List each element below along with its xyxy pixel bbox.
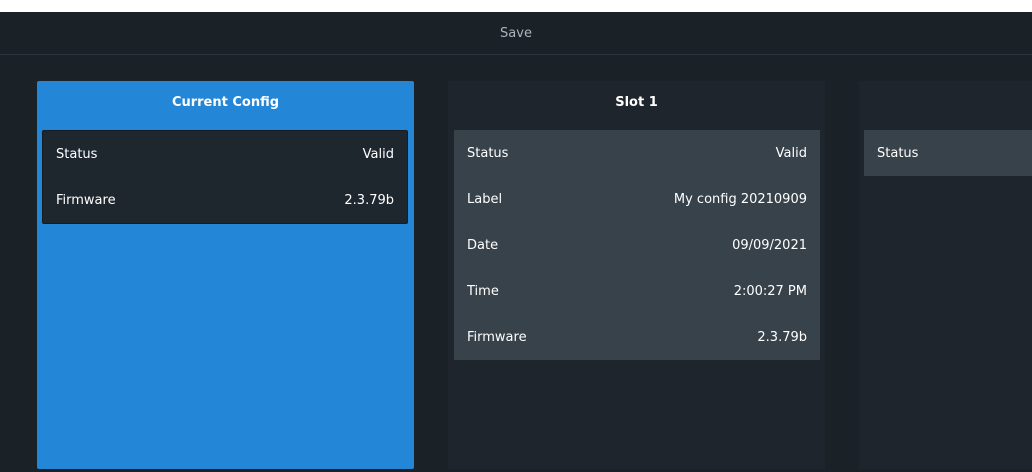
- row-label: Firmware: [56, 192, 116, 208]
- card-slot-2[interactable]: S Status: [859, 81, 1032, 469]
- config-cards: Current Config Status Valid Firmware 2.3…: [37, 81, 1032, 472]
- card-title: Slot 1: [615, 94, 658, 110]
- config-slots-app: Save Current Config Status Valid Firmwar…: [0, 12, 1032, 472]
- card-current-config[interactable]: Current Config Status Valid Firmware 2.3…: [37, 81, 414, 469]
- detail-row-firmware: Firmware 2.3.79b: [454, 314, 820, 360]
- row-value: 2.3.79b: [344, 192, 394, 208]
- row-label: Time: [467, 283, 499, 299]
- row-value: 09/09/2021: [732, 237, 807, 253]
- row-label: Firmware: [467, 329, 527, 345]
- detail-row-status: Status: [864, 130, 1032, 176]
- detail-row-time: Time 2:00:27 PM: [454, 268, 820, 314]
- save-button[interactable]: Save: [0, 12, 1032, 55]
- row-value: 2.3.79b: [757, 329, 807, 345]
- row-label: Status: [877, 145, 919, 161]
- config-details-panel: Status Valid Label My config 20210909 Da…: [454, 130, 820, 360]
- config-details-panel: Status: [864, 130, 1032, 176]
- row-value: Valid: [775, 145, 807, 161]
- detail-row-status: Status Valid: [454, 130, 820, 176]
- save-label: Save: [500, 25, 532, 41]
- detail-row-status: Status Valid: [43, 131, 407, 177]
- detail-row-firmware: Firmware 2.3.79b: [43, 177, 407, 223]
- detail-row-label: Label My config 20210909: [454, 176, 820, 222]
- row-value: My config 20210909: [673, 191, 807, 207]
- row-value: Valid: [362, 146, 394, 162]
- row-label: Date: [467, 237, 499, 253]
- card-title: Current Config: [171, 94, 280, 110]
- row-label: Status: [56, 146, 98, 162]
- row-label: Label: [467, 191, 503, 207]
- row-label: Status: [467, 145, 509, 161]
- detail-row-date: Date 09/09/2021: [454, 222, 820, 268]
- card-title: S: [859, 81, 1032, 123]
- config-details-panel: Status Valid Firmware 2.3.79b: [42, 130, 408, 224]
- card-slot-1[interactable]: Slot 1 Status Valid Label My config 2021…: [448, 81, 825, 469]
- row-value: 2:00:27 PM: [733, 283, 807, 299]
